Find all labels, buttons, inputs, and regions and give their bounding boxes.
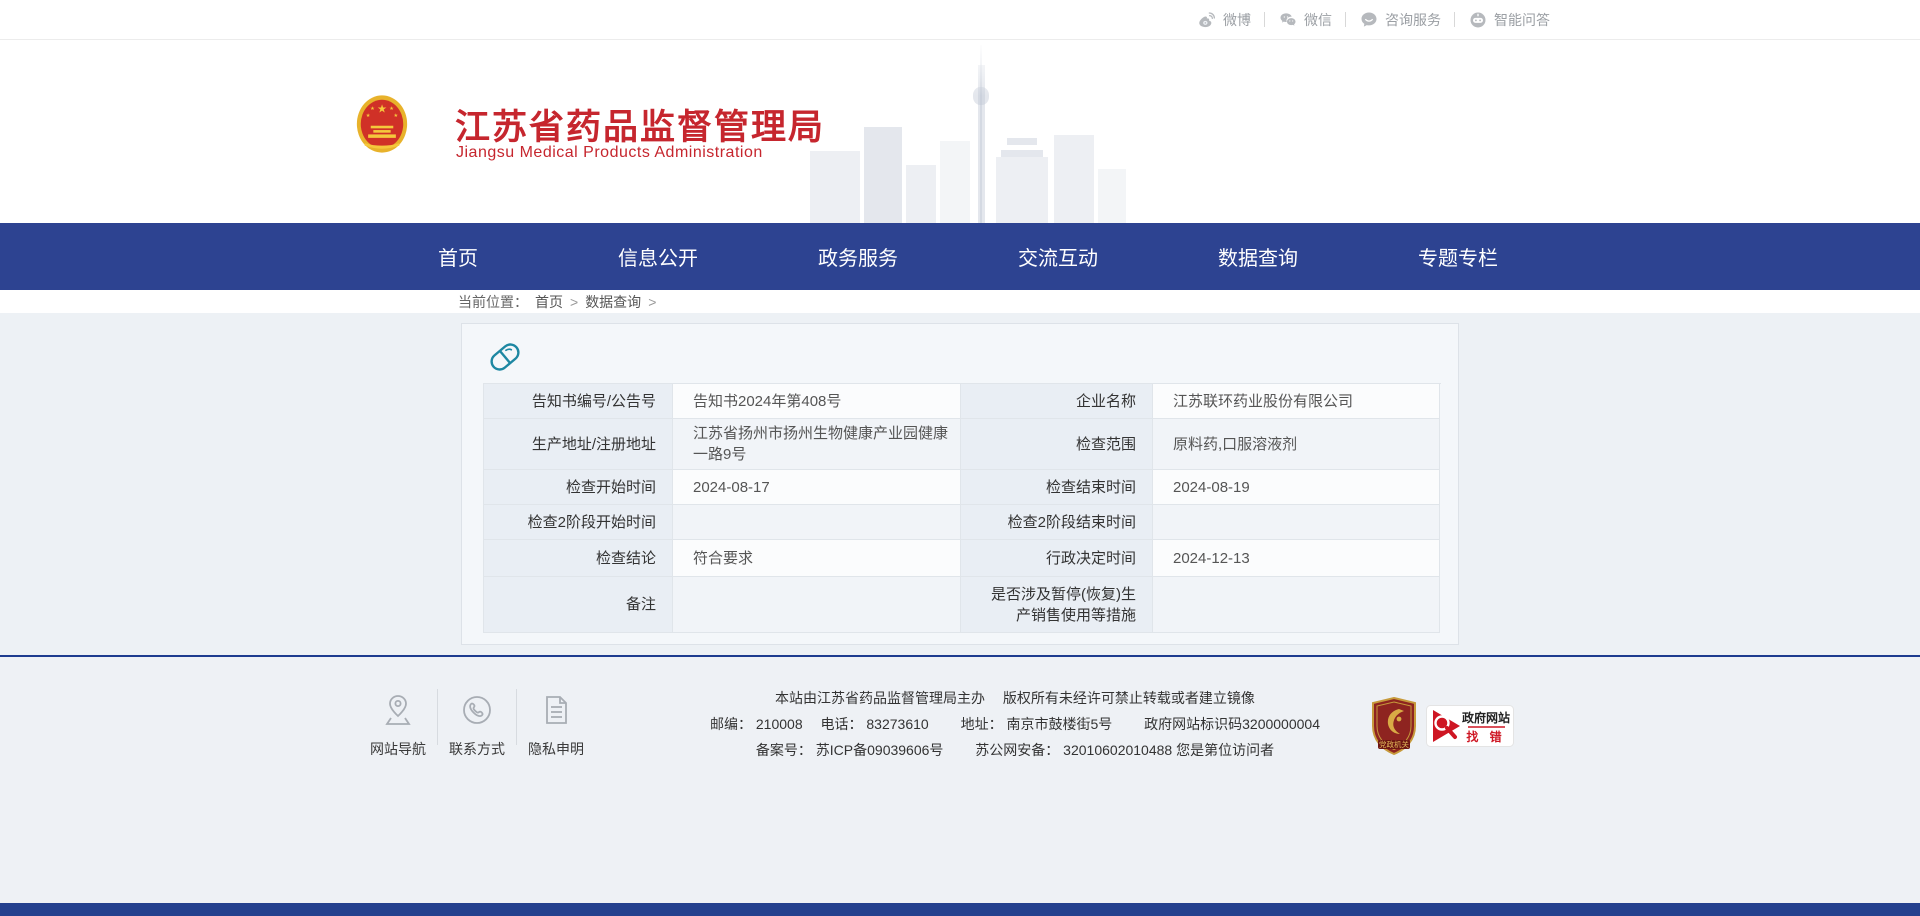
row-label: 生产地址/注册地址 [484, 419, 673, 470]
footer-quicklinks: 网站导航 联系方式 隐私申明 [361, 687, 593, 759]
row-value: 符合要求 [673, 540, 961, 577]
error-badge-bottom-label: 找 错 [1466, 729, 1505, 744]
weibo-label: 微博 [1223, 10, 1251, 30]
wechat-link[interactable]: 微信 [1278, 10, 1332, 30]
table-row: 检查开始时间 2024-08-17 检查结束时间 2024-08-19 [484, 470, 1441, 505]
footer-link-label: 隐私申明 [528, 739, 584, 759]
breadcrumb-prefix: 当前位置： [458, 292, 528, 312]
table-row: 检查结论 符合要求 行政决定时间 2024-12-13 [484, 540, 1441, 577]
row-value: 江苏联环药业股份有限公司 [1153, 384, 1440, 419]
footer-line-icp: 备案号： 苏ICP备09039606号 苏公网安备： 3201060201048… [705, 737, 1325, 763]
row-value: 江苏省扬州市扬州生物健康产业园健康一路9号 [673, 419, 961, 470]
nav-item-gov-services[interactable]: 政务服务 [783, 242, 933, 271]
footer-line-host: 本站由江苏省药品监督管理局主办 版权所有未经许可禁止转载或者建立镜像 [705, 685, 1325, 711]
top-utility-bar: 微博 微信 咨询服务 [0, 0, 1920, 40]
main-nav: 首页 信息公开 政务服务 交流互动 数据查询 专题专栏 [0, 223, 1920, 290]
website-error-report-badge[interactable]: 政府网站 找 错 [1426, 705, 1514, 747]
phone-icon [461, 687, 493, 733]
breadcrumb-separator: > [570, 294, 578, 310]
row-label: 告知书编号/公告号 [484, 384, 673, 419]
wechat-label: 微信 [1304, 10, 1332, 30]
footer-quicklinks-divider [516, 689, 517, 745]
weibo-icon [1197, 10, 1217, 30]
breadcrumb-section-link[interactable]: 数据查询 [585, 292, 641, 312]
table-row: 备注 是否涉及暂停(恢复)生产销售使用等措施 [484, 577, 1441, 633]
error-badge-top-label: 政府网站 [1462, 710, 1510, 725]
nav-item-special-topics[interactable]: 专题专栏 [1383, 242, 1533, 271]
smart-qa-label: 智能问答 [1494, 10, 1550, 30]
nav-item-info-disclosure[interactable]: 信息公开 [583, 242, 733, 271]
content-area: 告知书编号/公告号 告知书2024年第408号 企业名称 江苏联环药业股份有限公… [0, 313, 1920, 657]
svg-text:★: ★ [394, 113, 399, 119]
row-value: 2024-08-19 [1153, 470, 1440, 505]
row-value [673, 505, 961, 540]
row-label: 企业名称 [961, 384, 1153, 419]
site-subtitle: Jiangsu Medical Products Administration [456, 144, 763, 162]
table-row: 检查2阶段开始时间 检查2阶段结束时间 [484, 505, 1441, 540]
record-panel: 告知书编号/公告号 告知书2024年第408号 企业名称 江苏联环药业股份有限公… [461, 323, 1459, 645]
breadcrumb-home-link[interactable]: 首页 [535, 292, 563, 312]
footer-link-privacy[interactable]: 隐私申明 [519, 687, 593, 759]
row-value: 2024-12-13 [1153, 540, 1440, 577]
wechat-icon [1278, 10, 1298, 30]
document-icon [541, 687, 571, 733]
svg-text:★: ★ [389, 106, 394, 112]
footer-badges: 党政机关 政府网站 找 错 [1370, 697, 1514, 755]
row-label: 检查结论 [484, 540, 673, 577]
row-label: 检查2阶段结束时间 [961, 505, 1153, 540]
footer-link-label: 网站导航 [370, 739, 426, 759]
footer: 网站导航 联系方式 隐私申明 [0, 657, 1920, 903]
row-value [1153, 577, 1440, 633]
bottom-bar [0, 903, 1920, 916]
row-value: 2024-08-17 [673, 470, 961, 505]
row-label: 检查2阶段开始时间 [484, 505, 673, 540]
row-value [673, 577, 961, 633]
table-row: 告知书编号/公告号 告知书2024年第408号 企业名称 江苏联环药业股份有限公… [484, 384, 1441, 419]
table-row: 生产地址/注册地址 江苏省扬州市扬州生物健康产业园健康一路9号 检查范围 原料药… [484, 419, 1441, 470]
nav-item-home[interactable]: 首页 [383, 242, 533, 271]
topbar-divider [1345, 12, 1346, 27]
footer-line-contact: 邮编： 210008 电话： 83273610 地址： 南京市鼓楼街5号 政府网… [705, 711, 1325, 737]
svg-text:★: ★ [370, 106, 375, 112]
topbar-divider [1454, 12, 1455, 27]
row-label: 检查开始时间 [484, 470, 673, 505]
smart-qa-link[interactable]: 智能问答 [1468, 10, 1550, 30]
map-pin-icon [383, 687, 413, 733]
inspection-record-table: 告知书编号/公告号 告知书2024年第408号 企业名称 江苏联环药业股份有限公… [483, 383, 1441, 633]
footer-quicklinks-divider [437, 689, 438, 745]
party-government-badge[interactable]: 党政机关 [1370, 697, 1418, 755]
weibo-link[interactable]: 微博 [1197, 10, 1251, 30]
row-label: 备注 [484, 577, 673, 633]
party-badge-label: 党政机关 [1379, 739, 1409, 749]
site-header: ★ ★ ★ ★ ★ 江苏省药品监督管理局 Jiangsu Medical Pro… [0, 41, 1920, 223]
robot-icon [1468, 10, 1488, 30]
nav-item-interaction[interactable]: 交流互动 [983, 242, 1133, 271]
consult-service-link[interactable]: 咨询服务 [1359, 10, 1441, 30]
row-value [1153, 505, 1440, 540]
consult-service-label: 咨询服务 [1385, 10, 1441, 30]
breadcrumb-separator: > [648, 294, 656, 310]
footer-link-sitemap[interactable]: 网站导航 [361, 687, 435, 759]
svg-text:★: ★ [377, 104, 387, 116]
row-value: 告知书2024年第408号 [673, 384, 961, 419]
breadcrumb: 当前位置： 首页 > 数据查询 > [0, 290, 1920, 313]
nav-item-data-query[interactable]: 数据查询 [1183, 242, 1333, 271]
footer-link-label: 联系方式 [449, 739, 505, 759]
row-label: 检查范围 [961, 419, 1153, 470]
footer-info-text: 本站由江苏省药品监督管理局主办 版权所有未经许可禁止转载或者建立镜像 邮编： 2… [705, 685, 1325, 763]
pill-icon [486, 338, 524, 381]
china-national-emblem: ★ ★ ★ ★ ★ [356, 94, 408, 159]
row-label: 是否涉及暂停(恢复)生产销售使用等措施 [961, 577, 1153, 633]
row-label: 检查结束时间 [961, 470, 1153, 505]
footer-link-contact[interactable]: 联系方式 [440, 687, 514, 759]
city-skyline-graphic [800, 41, 1140, 223]
svg-text:★: ★ [366, 113, 371, 119]
chat-bubble-icon [1359, 10, 1379, 30]
row-label: 行政决定时间 [961, 540, 1153, 577]
row-value: 原料药,口服溶液剂 [1153, 419, 1440, 470]
site-title: 江苏省药品监督管理局 [455, 99, 825, 150]
topbar-divider [1264, 12, 1265, 27]
